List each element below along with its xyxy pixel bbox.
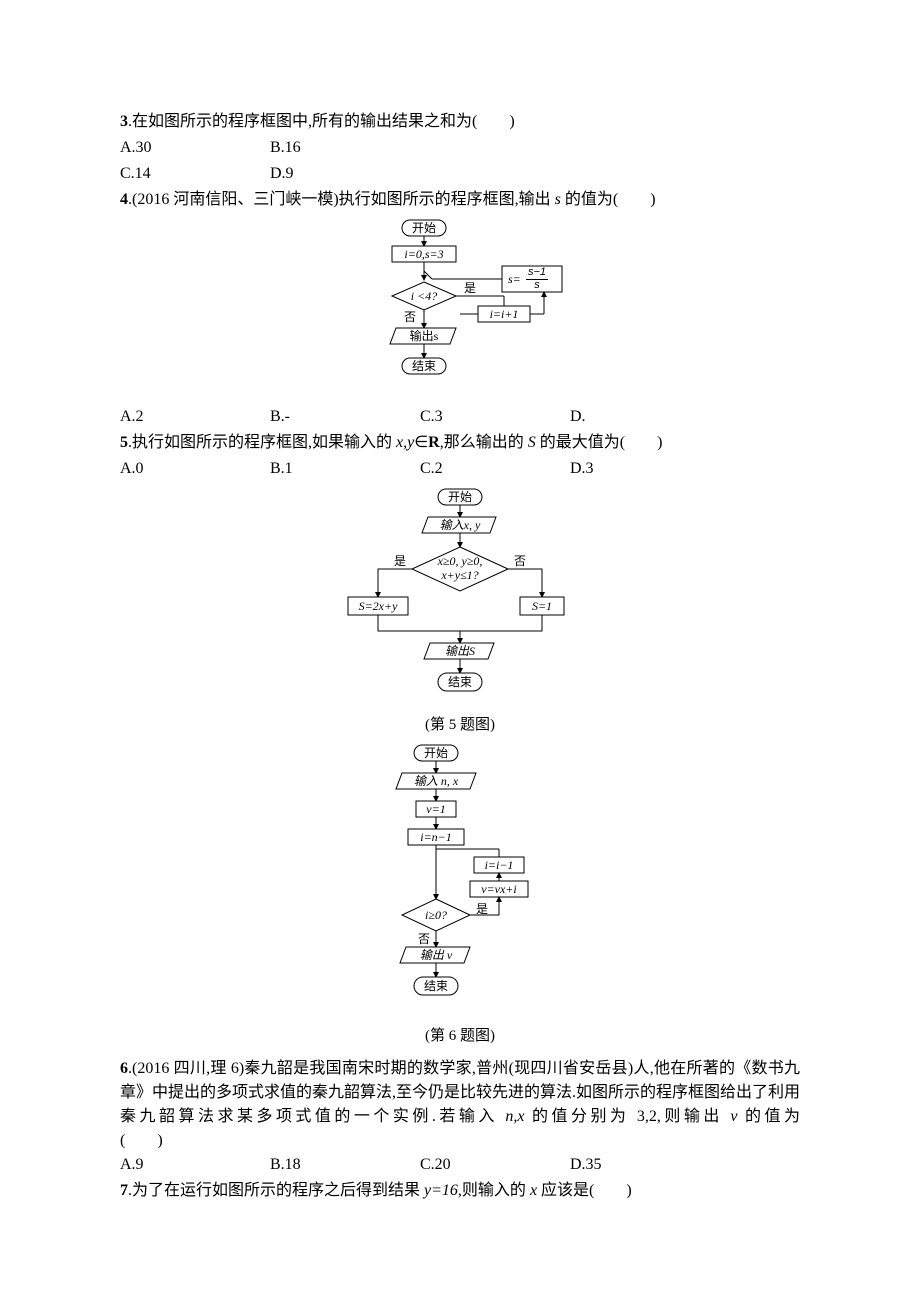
q5-r: R: [428, 434, 440, 451]
q5-opt-d[interactable]: D.3: [570, 457, 594, 481]
svg-text:v=vx+i: v=vx+i: [481, 882, 517, 896]
q6-caption: (第 6 题图): [120, 1025, 800, 1048]
q4-opt-b[interactable]: B.-: [270, 405, 420, 429]
svg-text:输入x, y: 输入x, y: [440, 518, 481, 532]
svg-text:输入 n, x: 输入 n, x: [414, 774, 459, 788]
svg-text:结束: 结束: [424, 979, 448, 993]
q5-flowchart-wrap: 开始 输入x, y x≥0, y≥0, x+y≤1? 是 S=2x+y 否 S=…: [120, 485, 800, 710]
q5-stem: 5.执行如图所示的程序框图,如果输入的 x,y∈R,那么输出的 S 的最大值为(…: [120, 431, 800, 455]
svg-text:开始: 开始: [448, 490, 472, 504]
q6-num: 6: [120, 1060, 128, 1077]
q4-options: A.2 B.- C.3 D.: [120, 405, 800, 429]
q5-suffix: ,那么输出的: [440, 434, 528, 451]
svg-text:否: 否: [404, 310, 416, 324]
q7-x: x: [530, 1182, 537, 1199]
svg-text:否: 否: [514, 554, 526, 568]
q3-opt-c[interactable]: C.14: [120, 162, 270, 186]
q7-suffix: 应该是( ): [537, 1182, 632, 1199]
q5-suffix2: 的最大值为( ): [536, 434, 663, 451]
q3-num: 3: [120, 113, 128, 130]
q5-opt-a[interactable]: A.0: [120, 457, 270, 481]
q5-options: A.0 B.1 C.2 D.3: [120, 457, 800, 481]
q3-options-row1: A.30 B.16: [120, 136, 800, 160]
q7-stem: 7.为了在运行如图所示的程序之后得到结果 y=16,则输入的 x 应该是( ): [120, 1179, 800, 1203]
svg-text:是: 是: [476, 902, 488, 916]
q6-opt-d[interactable]: D.35: [570, 1153, 602, 1177]
q7-prefix: .为了在运行如图所示的程序之后得到结果: [128, 1182, 424, 1199]
svg-text:开始: 开始: [424, 746, 448, 760]
svg-text:输出s: 输出s: [410, 328, 439, 343]
q7-num: 7: [120, 1182, 128, 1199]
q3-text: .在如图所示的程序框图中,所有的输出结果之和为( ): [128, 113, 515, 130]
q6-vars: n,x: [505, 1108, 524, 1125]
q5-vars: x,y: [396, 434, 414, 451]
q4-opt-c[interactable]: C.3: [420, 405, 570, 429]
q4-opt-d[interactable]: D.: [570, 405, 586, 429]
q3-opt-d[interactable]: D.9: [270, 162, 420, 186]
q6-stem: 6.(2016 四川,理 6)秦九韶是我国南宋时期的数学家,普州(现四川省安岳县…: [120, 1057, 800, 1153]
q5-num: 5: [120, 434, 128, 451]
q6-opt-b[interactable]: B.18: [270, 1153, 420, 1177]
q5-opt-b[interactable]: B.1: [270, 457, 420, 481]
q4-stem: 4.(2016 河南信阳、三门峡一模)执行如图所示的程序框图,输出 s 的值为(…: [120, 188, 800, 212]
q3-options-row2: C.14 D.9: [120, 162, 800, 186]
q3-stem: 3.在如图所示的程序框图中,所有的输出结果之和为( ): [120, 110, 800, 134]
svg-text:结束: 结束: [412, 359, 436, 373]
svg-text:i=n−1: i=n−1: [420, 830, 452, 844]
q4-suffix: 的值为( ): [561, 191, 656, 208]
q4-num: 4: [120, 191, 128, 208]
svg-text:x+y≤1?: x+y≤1?: [440, 568, 478, 582]
q4-flowchart: 开始 i=0,s=3 s= s−1s i <4? 是 i=i+1 否 输出s: [330, 216, 590, 401]
svg-text:开始: 开始: [412, 221, 436, 235]
q6-flowchart: 开始 输入 n, x v=1 i=n−1 i=i−1 v=vx+i i≥0? 是…: [350, 741, 570, 1021]
q6-opt-c[interactable]: C.20: [420, 1153, 570, 1177]
q3-opt-a[interactable]: A.30: [120, 136, 270, 160]
svg-text:是: 是: [464, 281, 476, 295]
q7-eq: y=16: [424, 1182, 458, 1199]
svg-text:S=1: S=1: [532, 599, 552, 613]
q5-flowchart: 开始 输入x, y x≥0, y≥0, x+y≤1? 是 S=2x+y 否 S=…: [330, 485, 590, 710]
svg-text:i=0,s=3: i=0,s=3: [404, 247, 443, 261]
q4-opt-a[interactable]: A.2: [120, 405, 270, 429]
q5-caption: (第 5 题图): [120, 714, 800, 737]
svg-text:i=i−1: i=i−1: [485, 858, 514, 872]
svg-text:s=: s=: [508, 272, 521, 286]
q6-vvar: v: [730, 1108, 737, 1125]
q4-flowchart-wrap: 开始 i=0,s=3 s= s−1s i <4? 是 i=i+1 否 输出s: [120, 216, 800, 401]
q7-mid: ,则输入的: [458, 1182, 530, 1199]
q6-options: A.9 B.18 C.20 D.35: [120, 1153, 800, 1177]
q5-prefix: .执行如图所示的程序框图,如果输入的: [128, 434, 396, 451]
svg-text:是: 是: [394, 554, 406, 568]
q6-flowchart-wrap: 开始 输入 n, x v=1 i=n−1 i=i−1 v=vx+i i≥0? 是…: [120, 741, 800, 1021]
svg-text:否: 否: [418, 932, 430, 946]
svg-text:x≥0, y≥0,: x≥0, y≥0,: [437, 554, 483, 568]
svg-text:输出 v: 输出 v: [420, 948, 453, 962]
q5-svar: S: [528, 434, 536, 451]
svg-text:i=i+1: i=i+1: [490, 307, 519, 321]
q5-in: ∈: [414, 434, 428, 451]
q5-opt-c[interactable]: C.2: [420, 457, 570, 481]
svg-text:S=2x+y: S=2x+y: [359, 599, 399, 613]
q6-opt-a[interactable]: A.9: [120, 1153, 270, 1177]
svg-text:结束: 结束: [448, 675, 472, 689]
svg-text:输出S: 输出S: [445, 644, 475, 658]
svg-text:i≥0?: i≥0?: [425, 908, 447, 922]
svg-text:i <4?: i <4?: [411, 289, 437, 303]
q6-mid: 的值分别为 3,2,则输出: [524, 1108, 730, 1125]
svg-text:v=1: v=1: [426, 802, 445, 816]
q3-opt-b[interactable]: B.16: [270, 136, 420, 160]
q4-prefix: .(2016 河南信阳、三门峡一模)执行如图所示的程序框图,输出: [128, 191, 555, 208]
